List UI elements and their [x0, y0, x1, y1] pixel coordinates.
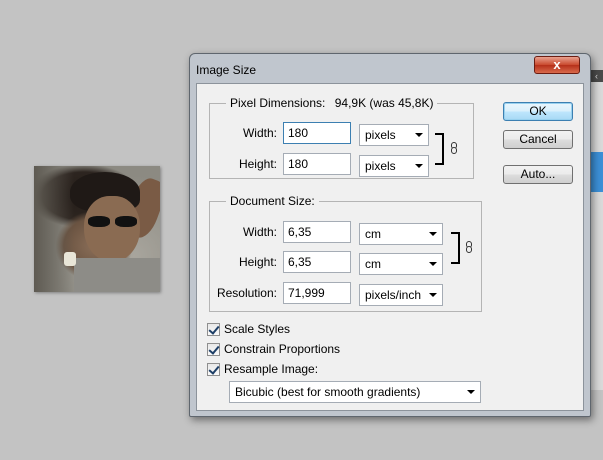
- pixel-width-input[interactable]: 180: [283, 122, 351, 144]
- dropdown-arrow-icon: [415, 133, 423, 137]
- doc-width-label: Width:: [242, 225, 277, 239]
- resample-image-label: Resample Image:: [224, 362, 319, 376]
- checkmark-icon: [207, 323, 220, 336]
- doc-height-unit-value: cm: [365, 257, 381, 271]
- dialog-titlebar[interactable]: Image Size x: [190, 54, 590, 84]
- dropdown-arrow-icon: [467, 390, 475, 394]
- doc-height-input[interactable]: 6,35: [283, 251, 351, 273]
- dropdown-arrow-icon: [415, 164, 423, 168]
- pixel-width-unit-select[interactable]: pixels: [359, 124, 429, 146]
- dialog-title: Image Size: [196, 63, 257, 77]
- doc-height-label: Height:: [238, 255, 277, 269]
- scale-styles-label: Scale Styles: [224, 322, 291, 336]
- constrain-proportions-label: Constrain Proportions: [224, 342, 341, 356]
- document-size-label: Document Size:: [230, 194, 315, 208]
- close-button[interactable]: x: [534, 56, 580, 74]
- dropdown-arrow-icon: [429, 232, 437, 236]
- doc-width-unit-value: cm: [365, 227, 381, 241]
- resolution-unit-value: pixels/inch: [365, 288, 422, 302]
- constrain-proportions-checkbox[interactable]: Constrain Proportions: [207, 342, 357, 358]
- checkmark-icon: [207, 343, 220, 356]
- link-chain-icon: [451, 142, 457, 154]
- pixel-height-label: Height:: [238, 157, 277, 171]
- pixel-dimensions-label: Pixel Dimensions:: [230, 96, 326, 110]
- dropdown-arrow-icon: [429, 293, 437, 297]
- close-icon: x: [553, 57, 561, 72]
- ok-button[interactable]: OK: [503, 102, 573, 121]
- document-constrain-bracket: [451, 232, 460, 264]
- doc-width-input[interactable]: 6,35: [283, 221, 351, 243]
- cancel-button[interactable]: Cancel: [503, 130, 573, 149]
- dropdown-arrow-icon: [429, 262, 437, 266]
- resolution-unit-select[interactable]: pixels/inch: [359, 284, 443, 306]
- background-panel-tab[interactable]: ‹: [590, 70, 603, 82]
- resample-method-value: Bicubic (best for smooth gradients): [235, 385, 421, 399]
- resample-method-select[interactable]: Bicubic (best for smooth gradients): [229, 381, 481, 403]
- document-image-thumbnail: [34, 166, 160, 292]
- dialog-content: Pixel Dimensions: 94,9K (was 45,8K) Widt…: [196, 83, 584, 411]
- link-chain-icon: [466, 241, 472, 253]
- checkmark-icon: [207, 363, 220, 376]
- pixel-height-unit-value: pixels: [365, 159, 396, 173]
- resolution-label: Resolution:: [216, 286, 277, 300]
- auto-button[interactable]: Auto...: [503, 165, 573, 184]
- pixel-width-unit-value: pixels: [365, 128, 396, 142]
- pixel-constrain-bracket: [435, 133, 444, 165]
- pixel-height-unit-select[interactable]: pixels: [359, 155, 429, 177]
- resolution-input[interactable]: 71,999: [283, 282, 351, 304]
- resample-image-checkbox[interactable]: Resample Image:: [207, 362, 337, 378]
- pixel-dimensions-size: 94,9K (was 45,8K): [334, 96, 434, 110]
- doc-height-unit-select[interactable]: cm: [359, 253, 443, 275]
- image-size-dialog: Image Size x Pixel Dimensions: 94,9K (wa…: [189, 53, 591, 417]
- scale-styles-checkbox[interactable]: Scale Styles: [207, 322, 327, 338]
- pixel-width-label: Width:: [242, 126, 277, 140]
- pixel-height-input[interactable]: 180: [283, 153, 351, 175]
- doc-width-unit-select[interactable]: cm: [359, 223, 443, 245]
